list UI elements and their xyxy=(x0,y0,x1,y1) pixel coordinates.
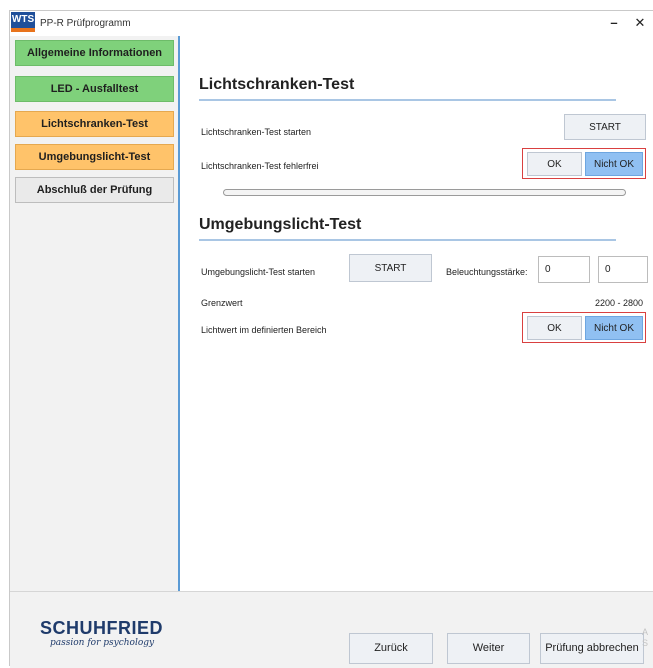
lichtschranken-nicht-ok-button[interactable]: Nicht OK xyxy=(585,152,643,176)
lichtschranken-fehlerfrei-label: Lichtschranken-Test fehlerfrei xyxy=(201,161,319,171)
sidebar-item-lichtschranken-test[interactable]: Lichtschranken-Test xyxy=(15,111,174,137)
minimize-button[interactable]: – xyxy=(601,11,627,35)
app-window: WTS PP-R Prüfprogramm – ✕ Allgemeine Inf… xyxy=(9,10,653,668)
back-button[interactable]: Zurück xyxy=(349,633,433,664)
lichtschranken-progress-bar xyxy=(223,189,626,196)
schuhfried-logo: SCHUHFRIED xyxy=(40,618,164,638)
sidebar: Allgemeine Informationen LED - Ausfallte… xyxy=(10,36,180,591)
umgebungslicht-start-button[interactable]: START xyxy=(349,254,432,282)
sidebar-item-umgebungslicht-test[interactable]: Umgebungslicht-Test xyxy=(15,144,174,170)
wts-logo: WTS xyxy=(11,12,35,32)
sidebar-item-allgemeine-informationen[interactable]: Allgemeine Informationen xyxy=(15,40,174,66)
lichtschranken-section-title: Lichtschranken-Test xyxy=(199,76,355,93)
next-button[interactable]: Weiter xyxy=(447,633,530,664)
umgebungslicht-section-title: Umgebungslicht-Test xyxy=(199,216,362,233)
beleuchtungsstaerke-input-2[interactable]: 0 xyxy=(598,256,648,283)
section-divider xyxy=(199,99,616,101)
cancel-test-button[interactable]: Prüfung abbrechen xyxy=(540,633,644,664)
lichtschranken-start-label: Lichtschranken-Test starten xyxy=(201,127,312,137)
grenzwert-value: 2200 - 2800 xyxy=(595,298,644,308)
grenzwert-label: Grenzwert xyxy=(201,298,243,308)
section-divider xyxy=(199,239,616,241)
close-button[interactable]: ✕ xyxy=(627,11,653,35)
brand-tagline: passion for psychology xyxy=(50,638,155,648)
app-title: PP-R Prüfprogramm xyxy=(40,18,131,29)
footer: SCHUHFRIED passion for psychology Zurück… xyxy=(10,591,653,668)
main-panel: Lichtschranken-Test Lichtschranken-Test … xyxy=(180,36,653,591)
activation-watermark: A S xyxy=(642,627,649,648)
beleuchtungsstaerke-label: Beleuchtungsstärke: xyxy=(446,267,528,277)
umgebungslicht-ok-button[interactable]: OK xyxy=(527,316,582,340)
sidebar-item-abschluss[interactable]: Abschluß der Prüfung xyxy=(15,177,174,203)
title-bar: WTS PP-R Prüfprogramm – ✕ xyxy=(10,11,653,35)
sidebar-item-led-ausfalltest[interactable]: LED - Ausfalltest xyxy=(15,76,174,102)
umgebungslicht-nicht-ok-button[interactable]: Nicht OK xyxy=(585,316,643,340)
lichtschranken-start-button[interactable]: START xyxy=(564,114,646,140)
umgebungslicht-start-label: Umgebungslicht-Test starten xyxy=(201,267,316,277)
lichtschranken-ok-button[interactable]: OK xyxy=(527,152,582,176)
lichtwert-bereich-label: Lichtwert im definierten Bereich xyxy=(201,325,327,335)
beleuchtungsstaerke-input-1[interactable]: 0 xyxy=(538,256,590,283)
